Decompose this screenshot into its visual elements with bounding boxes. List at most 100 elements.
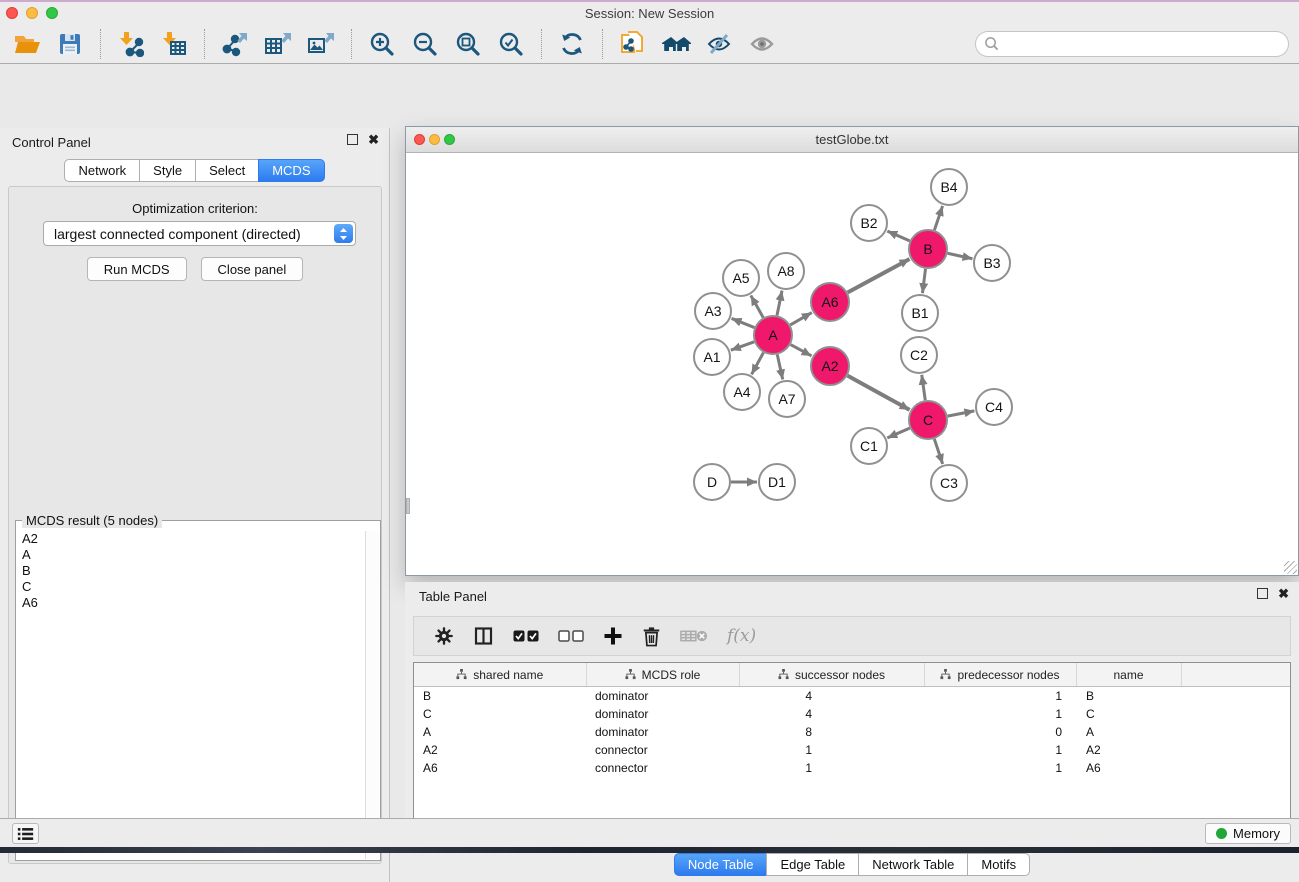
cell-mcds-role[interactable]: connector [586, 741, 739, 759]
cell-mcds-role[interactable]: dominator [586, 723, 739, 741]
delete-table-icon[interactable] [680, 628, 708, 644]
add-row-icon[interactable] [603, 626, 623, 646]
select-all-icon[interactable] [513, 630, 539, 642]
close-table-panel-icon[interactable]: ✖ [1278, 588, 1289, 599]
export-table-button[interactable] [261, 28, 295, 60]
result-item[interactable]: A [22, 547, 365, 563]
graph-edge-C-C4[interactable] [948, 411, 975, 416]
graph-node-C[interactable]: C [909, 401, 947, 439]
graph-edge-B-B1[interactable] [922, 269, 925, 293]
birds-eye-view-button[interactable] [745, 28, 779, 60]
cell-mcds-role[interactable]: dominator [586, 705, 739, 723]
graph-node-A[interactable]: A [754, 316, 792, 354]
graph-node-A2[interactable]: A2 [811, 347, 849, 385]
cell-predecessor-nodes[interactable]: 1 [924, 705, 1076, 723]
graph-node-D1[interactable]: D1 [759, 464, 795, 500]
graph-edge-A-A7[interactable] [777, 355, 782, 380]
graph-node-A7[interactable]: A7 [769, 381, 805, 417]
graph-node-A3[interactable]: A3 [695, 293, 731, 329]
zoom-out-button[interactable] [408, 28, 442, 60]
show-column-icon[interactable] [473, 626, 494, 646]
memory-button[interactable]: Memory [1205, 823, 1291, 844]
network-canvas[interactable]: AA1A2A3A4A5A6A7A8BB1B2B3B4CC1C2C3C4DD1 [406, 153, 1298, 575]
new-network-from-file-button[interactable] [616, 28, 650, 60]
tab-network-table[interactable]: Network Table [858, 853, 968, 876]
graph-node-A4[interactable]: A4 [724, 374, 760, 410]
tab-network[interactable]: Network [64, 159, 140, 182]
network-graph[interactable]: AA1A2A3A4A5A6A7A8BB1B2B3B4CC1C2C3C4DD1 [406, 153, 1298, 575]
graph-edge-A-A8[interactable] [777, 291, 782, 316]
tab-motifs[interactable]: Motifs [967, 853, 1030, 876]
graph-edge-A-A1[interactable] [731, 342, 754, 350]
zoom-in-button[interactable] [365, 28, 399, 60]
show-hide-graphics-details-button[interactable] [702, 28, 736, 60]
graph-node-C2[interactable]: C2 [901, 337, 937, 373]
zoom-selected-button[interactable] [494, 28, 528, 60]
cell-shared-name[interactable]: C [414, 705, 586, 723]
graph-edge-C-C2[interactable] [922, 375, 926, 400]
cell-mcds-role[interactable]: connector [586, 759, 739, 777]
export-image-button[interactable] [304, 28, 338, 60]
settings-gear-icon[interactable] [434, 626, 454, 646]
refresh-layout-button[interactable] [555, 28, 589, 60]
column-header-name[interactable]: name [1076, 663, 1181, 687]
column-header-shared-name[interactable]: shared name [414, 663, 586, 687]
table-row[interactable]: Cdominator41C [414, 705, 1290, 723]
graph-edge-A-A3[interactable] [732, 318, 755, 327]
cell-successor-nodes[interactable]: 4 [739, 687, 924, 706]
cell-shared-name[interactable]: A6 [414, 759, 586, 777]
table-row[interactable]: A2connector11A2 [414, 741, 1290, 759]
graph-node-B4[interactable]: B4 [931, 169, 967, 205]
tab-mcds[interactable]: MCDS [258, 159, 324, 182]
cell-predecessor-nodes[interactable]: 0 [924, 723, 1076, 741]
open-file-button[interactable] [10, 28, 44, 60]
graph-node-B2[interactable]: B2 [851, 205, 887, 241]
cell-name[interactable]: A2 [1076, 741, 1181, 759]
splitter-grip[interactable] [406, 498, 410, 514]
graph-node-B1[interactable]: B1 [902, 295, 938, 331]
graph-edge-B-B2[interactable] [887, 231, 909, 241]
graph-node-B3[interactable]: B3 [974, 245, 1010, 281]
home-button[interactable] [659, 28, 693, 60]
graph-edge-C-C1[interactable] [887, 428, 909, 438]
cell-predecessor-nodes[interactable]: 1 [924, 741, 1076, 759]
column-header-successor-nodes[interactable]: successor nodes [739, 663, 924, 687]
network-window-titlebar[interactable]: testGlobe.txt [406, 127, 1298, 153]
cell-shared-name[interactable]: B [414, 687, 586, 706]
window-resize-grip[interactable] [1284, 561, 1297, 574]
delete-row-icon[interactable] [642, 626, 661, 647]
float-table-panel-icon[interactable] [1257, 588, 1268, 599]
tab-node-table[interactable]: Node Table [674, 853, 768, 876]
graph-edge-B-B4[interactable] [934, 206, 942, 230]
cell-predecessor-nodes[interactable]: 1 [924, 759, 1076, 777]
cell-name[interactable]: A6 [1076, 759, 1181, 777]
result-item[interactable]: A6 [22, 595, 365, 611]
cell-successor-nodes[interactable]: 1 [739, 759, 924, 777]
column-header-mcds-role[interactable]: MCDS role [586, 663, 739, 687]
graph-edge-B-B3[interactable] [948, 253, 973, 258]
graph-node-C1[interactable]: C1 [851, 428, 887, 464]
save-session-button[interactable] [53, 28, 87, 60]
run-mcds-button[interactable]: Run MCDS [87, 257, 187, 281]
search-input[interactable] [999, 35, 1280, 52]
graph-node-C3[interactable]: C3 [931, 465, 967, 501]
cell-successor-nodes[interactable]: 1 [739, 741, 924, 759]
tab-edge-table[interactable]: Edge Table [766, 853, 859, 876]
graph-node-C4[interactable]: C4 [976, 389, 1012, 425]
dropdown-stepper-icon[interactable] [334, 224, 353, 243]
table-row[interactable]: Bdominator41B [414, 687, 1290, 706]
graph-edge-A6-B[interactable] [848, 259, 910, 292]
cell-name[interactable]: B [1076, 687, 1181, 706]
graph-node-D[interactable]: D [694, 464, 730, 500]
task-history-button[interactable] [12, 823, 39, 844]
cell-mcds-role[interactable]: dominator [586, 687, 739, 706]
import-network-button[interactable] [114, 28, 148, 60]
search-box[interactable] [975, 31, 1289, 57]
result-scrollbar[interactable] [365, 531, 379, 859]
graph-node-A5[interactable]: A5 [723, 260, 759, 296]
cell-predecessor-nodes[interactable]: 1 [924, 687, 1076, 706]
graph-edge-A-A6[interactable] [790, 313, 812, 325]
tab-style[interactable]: Style [139, 159, 196, 182]
graph-edge-A-A2[interactable] [791, 345, 812, 356]
import-table-button[interactable] [157, 28, 191, 60]
